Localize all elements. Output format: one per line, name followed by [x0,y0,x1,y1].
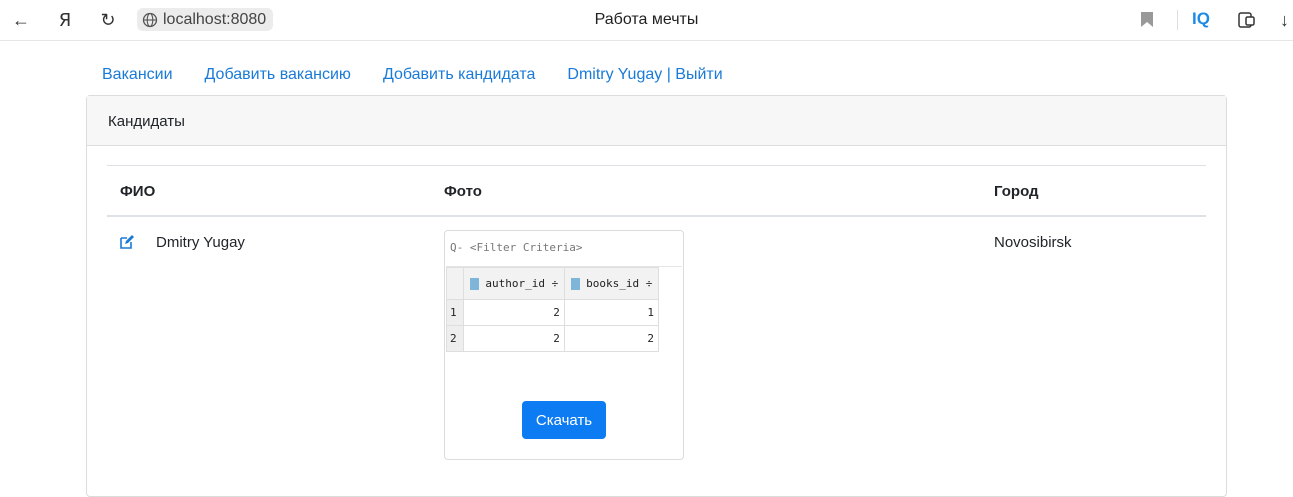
page-title: Работа мечты [594,11,699,28]
candidate-city: Novosibirsk [994,234,1072,251]
extension-iq-icon[interactable]: IQ [1192,9,1210,29]
nav-link-user-logout[interactable]: Dmitry Yugay | Выйти [567,66,722,84]
candidates-table: ФИО Фото Город Dmitry Yugay Q- <Filter C… [107,165,1206,477]
column-key-icon [469,278,479,290]
back-arrow-icon[interactable]: ← [10,8,32,32]
reload-icon[interactable]: ↻ [98,8,118,32]
candidate-photo: Q- <Filter Criteria> author_id ÷ books_i… [444,230,684,460]
extensions-puzzle-icon[interactable] [1237,10,1257,30]
toolbar-divider [1177,10,1178,30]
grid-cell: 2 [563,325,660,352]
nav-link-add-candidate[interactable]: Добавить кандидата [383,66,535,84]
candidates-card: Кандидаты ФИО Фото Город Dmitry Yugay Q-… [86,95,1227,497]
grid-cell: 1 [563,299,660,326]
globe-icon [142,12,158,27]
grid-column-books-id: books_id ÷ [563,267,660,300]
candidate-name: Dmitry Yugay [156,234,245,251]
yandex-logo-icon[interactable]: Я [57,8,73,32]
grid-row: 1 2 1 [446,299,660,326]
photo-data-grid: author_id ÷ books_id ÷ 1 2 1 2 2 2 [446,267,660,352]
grid-cell: 2 [463,325,565,352]
photo-image: Q- <Filter Criteria> author_id ÷ books_i… [446,232,682,356]
column-header-city: Город [994,183,1039,200]
nav-link-add-vacancy[interactable]: Добавить вакансию [205,66,351,84]
download-button[interactable]: Скачать [522,401,606,439]
address-bar[interactable]: localhost:8080 [137,8,274,31]
column-header-photo: Фото [444,183,482,200]
browser-toolbar: ← Я ↻ localhost:8080 Работа мечты IQ ↓ [0,0,1293,41]
url-text: localhost:8080 [163,10,267,28]
grid-cell: 2 [463,299,565,326]
grid-row-number: 1 [446,299,464,326]
nav-link-vacancies[interactable]: Вакансии [102,66,173,84]
grid-row-number: 2 [446,325,464,352]
grid-column-author-id: author_id ÷ [463,267,565,300]
card-header: Кандидаты [87,96,1226,146]
table-row: Dmitry Yugay Q- <Filter Criteria> author… [107,217,1206,477]
edit-icon[interactable] [119,234,135,250]
grid-row: 2 2 2 [446,325,660,352]
downloads-icon[interactable]: ↓ [1280,8,1293,32]
table-header: ФИО Фото Город [107,165,1206,217]
main-nav: Вакансии Добавить вакансию Добавить канд… [102,66,755,84]
column-header-name: ФИО [120,183,156,200]
column-key-icon [570,278,580,290]
bookmark-icon[interactable] [1141,12,1153,27]
photo-filter-text: Q- <Filter Criteria> [446,232,682,267]
grid-corner [446,267,464,300]
